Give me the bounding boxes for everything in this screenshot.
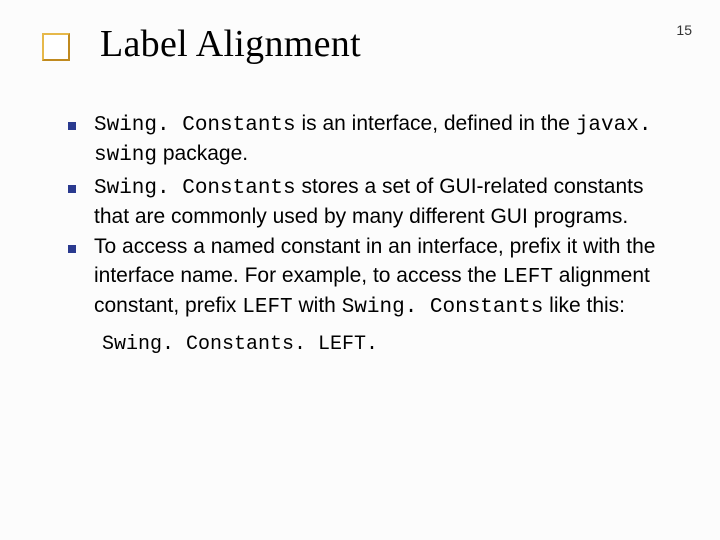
bullet-icon — [68, 185, 76, 193]
page-number: 15 — [676, 22, 692, 38]
code-span: Swing. Constants — [94, 177, 296, 200]
trailer-line: Swing. Constants. LEFT. — [102, 332, 660, 356]
list-item-text: Swing. Constants is an interface, define… — [94, 110, 660, 171]
text-span: like this: — [543, 294, 625, 317]
title-decor-box-icon — [42, 33, 70, 61]
trailer-code: Swing. Constants. LEFT. — [102, 333, 378, 356]
code-span: Swing. Constants — [94, 114, 296, 137]
slide: 15 Label Alignment Swing. Constants is a… — [0, 0, 720, 540]
code-span: Swing. Constants — [342, 296, 544, 319]
list-item-text: To access a named constant in an interfa… — [94, 233, 660, 322]
title-row: Label Alignment — [42, 22, 361, 66]
content-area: Swing. Constants is an interface, define… — [68, 110, 660, 356]
text-span: with — [293, 294, 342, 317]
list-item-text: Swing. Constants stores a set of GUI-rel… — [94, 173, 660, 232]
list-item: Swing. Constants is an interface, define… — [68, 110, 660, 171]
slide-title: Label Alignment — [100, 22, 361, 66]
code-span: LEFT — [503, 266, 553, 289]
code-span: LEFT — [242, 296, 292, 319]
text-span: package. — [157, 142, 248, 165]
list-item: Swing. Constants stores a set of GUI-rel… — [68, 173, 660, 232]
bullet-icon — [68, 245, 76, 253]
text-span: is an interface, defined in the — [296, 112, 576, 135]
list-item: To access a named constant in an interfa… — [68, 233, 660, 322]
bullet-icon — [68, 122, 76, 130]
